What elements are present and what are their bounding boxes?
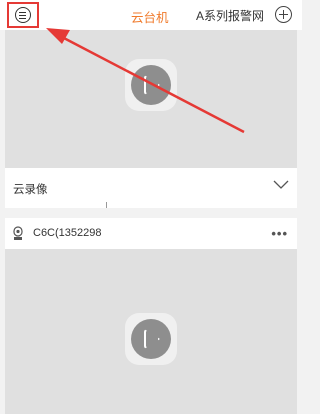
cloud-recording-label: 云录像: [13, 184, 48, 196]
more-dots-icon[interactable]: •••: [271, 226, 288, 241]
camera-row[interactable]: C6C(1352298 •••: [5, 218, 297, 249]
tab-ptz-camera[interactable]: 云台机: [131, 7, 169, 26]
cloud-recording-row[interactable]: 云录像: [5, 168, 297, 208]
play-icon[interactable]: [131, 65, 171, 105]
divider-tick: [106, 202, 107, 208]
camera-icon: [13, 226, 23, 240]
chevron-down-icon[interactable]: [273, 180, 289, 190]
camera-name: C6C(1352298: [33, 227, 102, 239]
video-player-2[interactable]: [5, 249, 297, 414]
add-icon[interactable]: [275, 6, 292, 23]
tab-alarm-network[interactable]: A系列报警网: [196, 7, 264, 24]
menu-icon: [15, 7, 31, 23]
video-player-1[interactable]: [5, 30, 297, 168]
top-bar: 云台机 A系列报警网: [0, 0, 302, 30]
menu-button[interactable]: [7, 2, 39, 28]
play-icon[interactable]: [131, 319, 171, 359]
